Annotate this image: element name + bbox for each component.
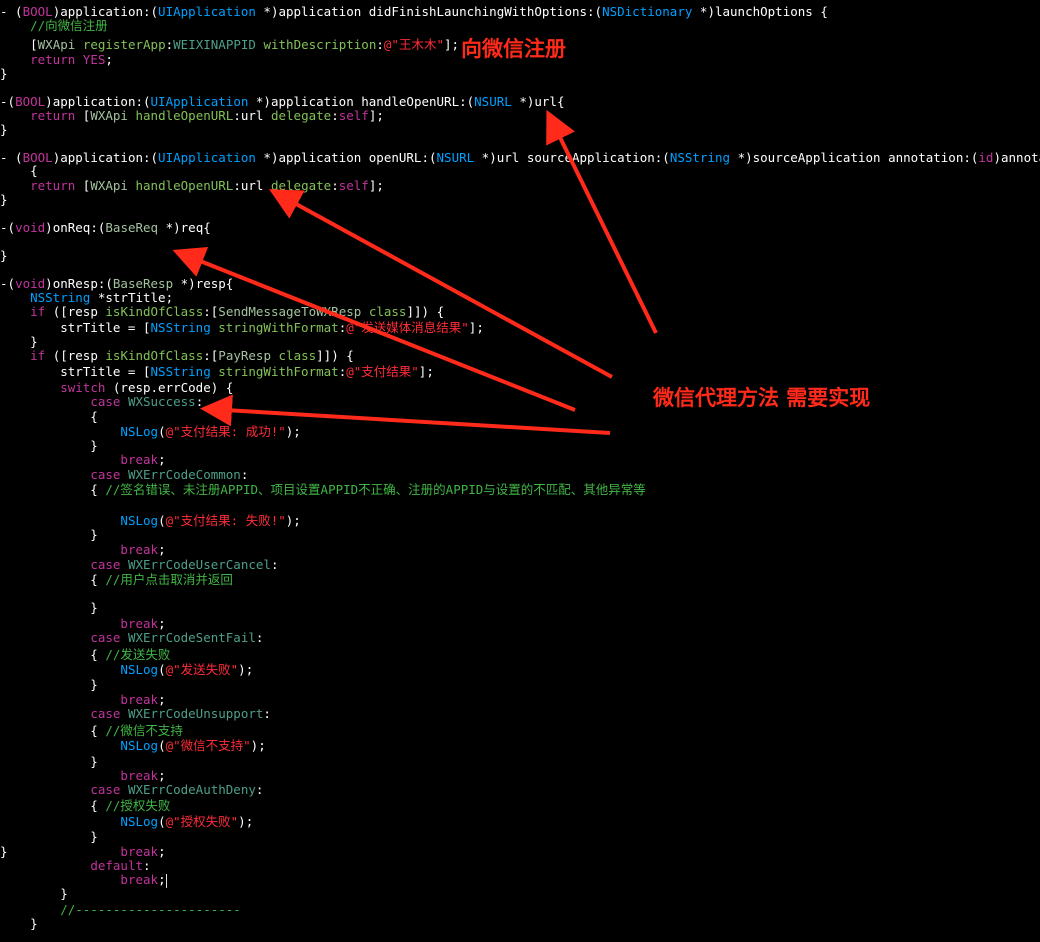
arrow-to-onResp-switch: [200, 394, 611, 435]
annotation-arrows: [172, 109, 658, 435]
arrow-to-onReq: [172, 246, 576, 412]
arrow-to-handleOpenURL: [546, 109, 658, 334]
arrow-to-openURL: [268, 189, 613, 379]
